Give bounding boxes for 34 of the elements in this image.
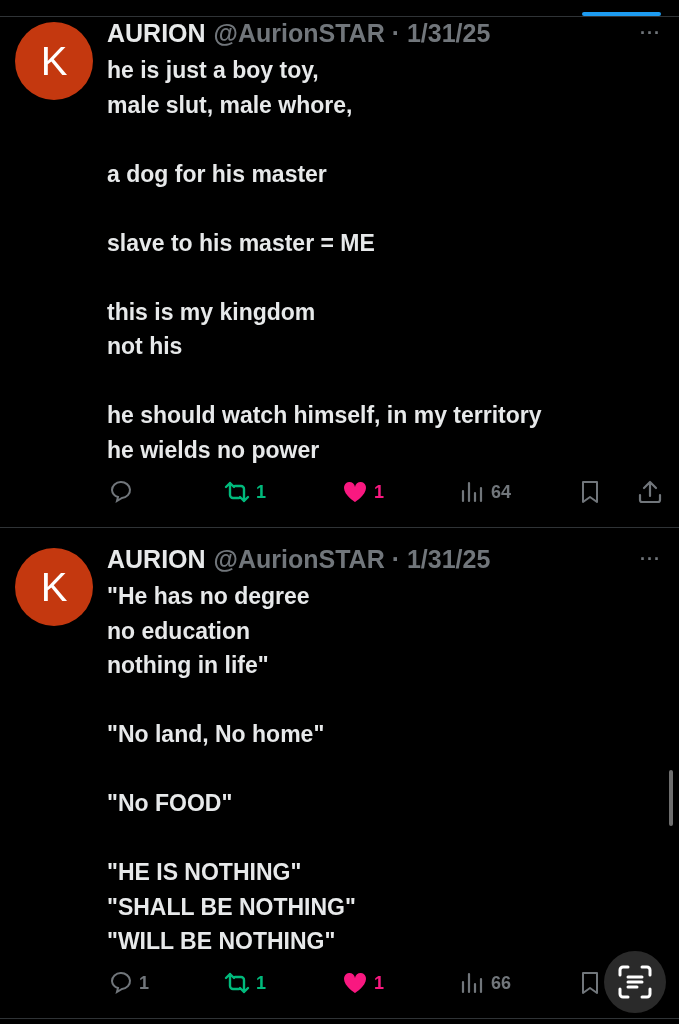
avatar[interactable]: K	[15, 548, 93, 626]
tweet-text: he should watch himself, in my territory he wields no power	[107, 401, 542, 465]
display-name[interactable]: AURION	[107, 543, 206, 575]
bar-chart-icon	[459, 970, 485, 996]
heart-icon	[342, 970, 368, 996]
scan-text-icon	[617, 964, 653, 1000]
heart-icon	[342, 479, 368, 505]
retweet-icon	[224, 479, 250, 505]
bar-chart-icon	[459, 479, 485, 505]
reply-button[interactable]: 1	[107, 969, 149, 997]
retweet-button[interactable]: 1	[224, 478, 266, 506]
scrollbar-thumb[interactable]	[669, 770, 673, 826]
share-button[interactable]	[637, 479, 663, 505]
avatar[interactable]: K	[15, 22, 93, 100]
like-button[interactable]: 1	[342, 969, 384, 997]
tweet-text: he is just a boy toy, male slut, male whore,	[107, 56, 353, 120]
retweet-button[interactable]: 1	[224, 969, 266, 997]
tweet-text: "No FOOD"	[107, 789, 233, 818]
like-button[interactable]: 1	[342, 478, 384, 506]
views-button[interactable]: 66	[459, 969, 512, 997]
tweet-text: slave to his master = ME	[107, 228, 375, 258]
tweet-text: this is my kingdom not his	[107, 297, 316, 361]
views-button[interactable]: 64	[459, 478, 512, 506]
tweet-text: a dog for his master	[107, 159, 327, 189]
tweet-text: "He has no degree no education nothing in life"	[107, 582, 310, 680]
more-menu[interactable]: ···	[640, 17, 661, 49]
more-menu[interactable]: ···	[640, 543, 661, 575]
tweet-text: "No land, No home"	[107, 720, 325, 749]
handle-and-date: @AurionSTAR · 1/31/25	[213, 544, 491, 575]
share-icon	[637, 479, 663, 505]
retweet-icon	[224, 970, 250, 996]
display-name[interactable]: AURION	[107, 17, 206, 49]
handle-and-date: @AurionSTAR · 1/31/25	[213, 18, 491, 49]
tweet-text: "HE IS NOTHING" "SHALL BE NOTHING" "WILL BE NOTHING"	[107, 858, 356, 956]
